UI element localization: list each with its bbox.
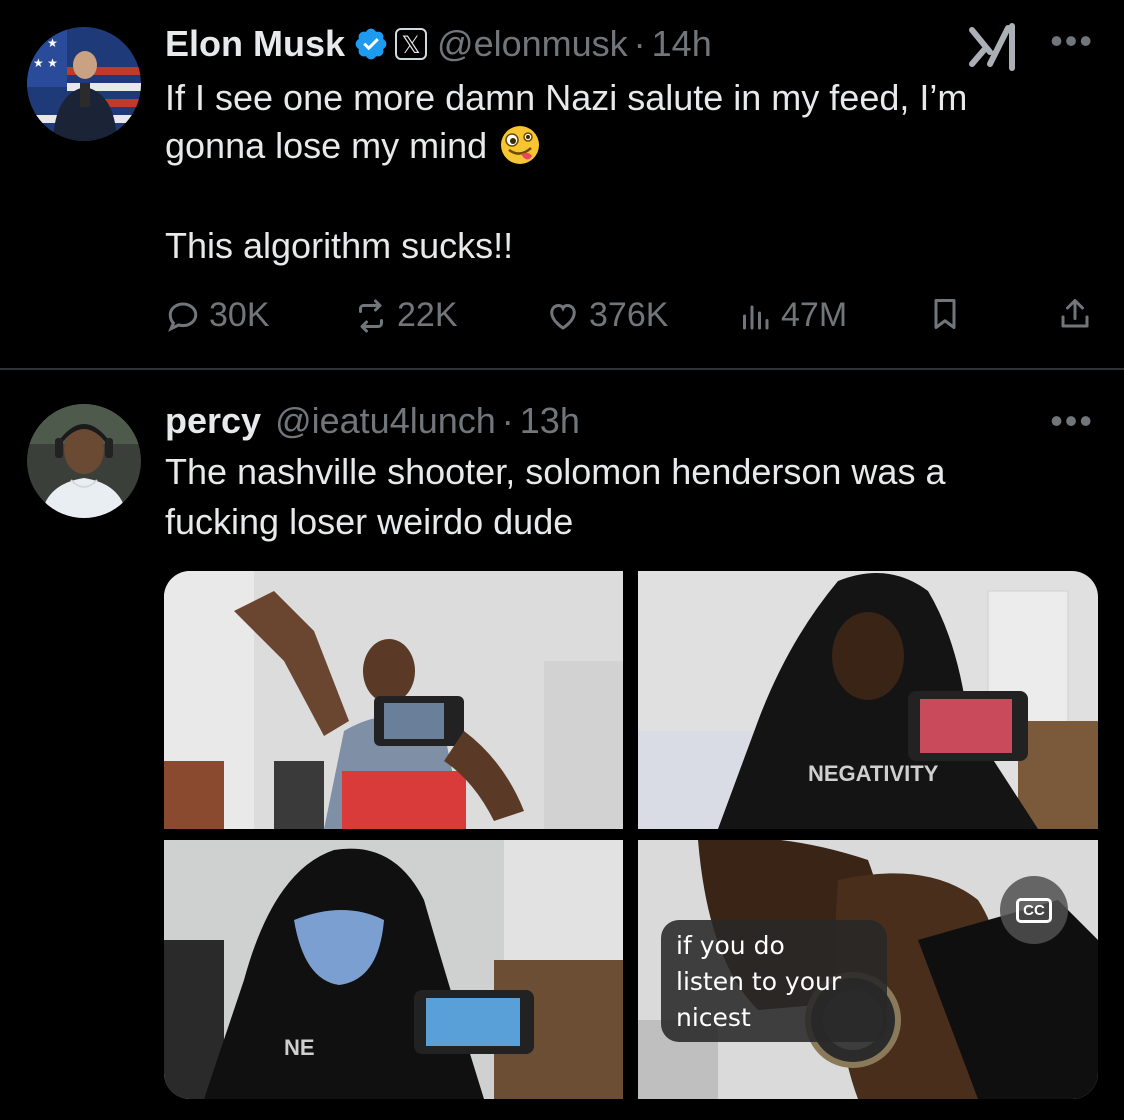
hoodie-text: NE bbox=[284, 1035, 315, 1060]
caption-line: listen to your bbox=[676, 967, 842, 996]
author-handle[interactable]: @ieatu4lunch bbox=[275, 400, 496, 442]
timestamp[interactable]: 14h bbox=[652, 23, 712, 65]
reply-icon bbox=[168, 301, 198, 332]
tweet-text-line: gonna lose my mind bbox=[165, 125, 488, 166]
media-image-top-right[interactable]: NEGATIVITY bbox=[638, 571, 1098, 829]
avatar[interactable]: ★ ★ ★ ★ bbox=[27, 27, 141, 141]
repost-button[interactable]: 22K bbox=[353, 296, 458, 335]
hoodie-text: NEGATIVITY bbox=[808, 761, 939, 786]
tweet-text-line-with-emoji: gonna lose my mind bbox=[165, 122, 1065, 170]
cc-icon: CC bbox=[1016, 897, 1052, 923]
more-options-icon[interactable]: ••• bbox=[1050, 400, 1094, 442]
caption-line: if you do bbox=[676, 931, 785, 960]
tweet-text-line: This algorithm sucks!! bbox=[165, 225, 514, 266]
views-count: 47M bbox=[781, 296, 848, 334]
repost-icon bbox=[359, 299, 383, 332]
author-name[interactable]: percy bbox=[165, 400, 261, 442]
views-button[interactable]: 47M bbox=[737, 296, 847, 335]
tweet-elon[interactable]: ★ ★ ★ ★ Elon Musk 𝕏 @elonmusk · 14h ••• … bbox=[0, 0, 1124, 368]
share-icon bbox=[1061, 299, 1089, 328]
like-count: 376K bbox=[589, 296, 669, 334]
closed-captions-button[interactable]: CC bbox=[1000, 876, 1068, 944]
views-chart-icon bbox=[743, 305, 769, 329]
share-button[interactable] bbox=[1057, 296, 1101, 332]
tweet-header: Elon Musk 𝕏 @elonmusk · 14h bbox=[165, 22, 712, 66]
reply-count: 30K bbox=[209, 296, 270, 334]
bookmark-icon bbox=[934, 299, 956, 329]
reply-button[interactable]: 30K bbox=[165, 296, 270, 335]
tweet-actions: 30K 22K 376K 47M bbox=[165, 296, 1095, 342]
separator-dot: · bbox=[633, 23, 646, 64]
tweet-text-line: If I see one more damn Nazi salute in my… bbox=[165, 77, 968, 118]
media-image-top-left[interactable] bbox=[164, 571, 623, 829]
svg-text:★ ★: ★ ★ bbox=[33, 36, 58, 50]
svg-text:★ ★: ★ ★ bbox=[33, 56, 58, 70]
separator-dot: · bbox=[501, 400, 514, 441]
tweet-text-line: The nashville shooter, solomon henderson… bbox=[165, 451, 946, 492]
more-options-icon[interactable]: ••• bbox=[1050, 20, 1094, 62]
zany-face-emoji-icon bbox=[501, 126, 540, 164]
timestamp[interactable]: 13h bbox=[520, 400, 580, 442]
x-affiliation-badge-icon: 𝕏 bbox=[395, 28, 428, 60]
caption-line: nicest bbox=[676, 1003, 751, 1032]
video-caption: if you do listen to your nicest bbox=[661, 920, 887, 1042]
tweet-text-line: fucking loser weirdo dude bbox=[165, 501, 574, 542]
like-button[interactable]: 376K bbox=[545, 296, 668, 335]
repost-count: 22K bbox=[397, 296, 458, 334]
author-handle[interactable]: @elonmusk bbox=[437, 23, 628, 65]
media-grid[interactable]: NEGATIVITY NE bbox=[164, 571, 1098, 1099]
bookmark-button[interactable] bbox=[927, 296, 971, 332]
media-image-bottom-left[interactable]: NE bbox=[164, 840, 623, 1099]
author-name[interactable]: Elon Musk bbox=[165, 23, 345, 65]
grok-icon[interactable] bbox=[968, 22, 1020, 72]
heart-icon bbox=[550, 303, 576, 330]
tweet-header: percy @ieatu4lunch · 13h bbox=[165, 399, 580, 443]
avatar[interactable] bbox=[27, 404, 141, 518]
verified-badge-icon bbox=[355, 28, 387, 60]
